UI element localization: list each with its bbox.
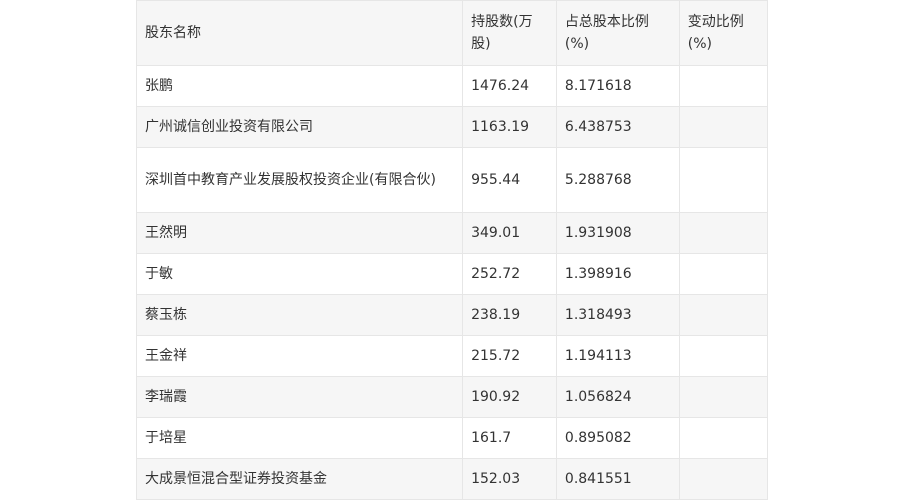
table-row: 蔡玉栋 238.19 1.318493 xyxy=(135,294,769,336)
shareholder-name: 于培星 xyxy=(135,417,464,459)
shareholder-name: 广州诚信创业投资有限公司 xyxy=(135,106,464,148)
table-row: 王然明 349.01 1.931908 xyxy=(135,212,769,254)
change-value xyxy=(678,147,769,213)
shareholder-name: 大成景恒混合型证券投资基金 xyxy=(135,458,464,500)
table-row: 王金祥 215.72 1.194113 xyxy=(135,335,769,377)
shareholder-name: 于敏 xyxy=(135,253,464,295)
ratio-value: 0.895082 xyxy=(555,417,680,459)
shares-value: 955.44 xyxy=(462,147,557,213)
shares-value: 238.19 xyxy=(462,294,557,336)
shares-value: 1163.19 xyxy=(462,106,557,148)
ratio-value: 1.056824 xyxy=(555,376,680,418)
table-row: 于敏 252.72 1.398916 xyxy=(135,253,769,295)
table-row: 张鹏 1476.24 8.171618 xyxy=(135,65,769,107)
change-value xyxy=(678,458,769,500)
shares-value: 349.01 xyxy=(462,212,557,254)
header-shareholder-name: 股东名称 xyxy=(135,0,464,66)
change-value xyxy=(678,253,769,295)
table-header-row: 股东名称 持股数(万股) 占总股本比例(%) 变动比例(%) xyxy=(135,0,769,66)
ratio-value: 1.398916 xyxy=(555,253,680,295)
header-change-ratio: 变动比例(%) xyxy=(678,0,769,66)
header-shares: 持股数(万股) xyxy=(462,0,557,66)
change-value xyxy=(678,212,769,254)
shareholder-name: 深圳首中教育产业发展股权投资企业(有限合伙) xyxy=(135,147,464,213)
shares-value: 190.92 xyxy=(462,376,557,418)
table-row: 于培星 161.7 0.895082 xyxy=(135,417,769,459)
change-value xyxy=(678,294,769,336)
ratio-value: 1.318493 xyxy=(555,294,680,336)
table-row: 深圳首中教育产业发展股权投资企业(有限合伙) 955.44 5.288768 xyxy=(135,147,769,213)
shareholder-name: 王金祥 xyxy=(135,335,464,377)
ratio-value: 5.288768 xyxy=(555,147,680,213)
shares-value: 215.72 xyxy=(462,335,557,377)
change-value xyxy=(678,376,769,418)
shares-value: 1476.24 xyxy=(462,65,557,107)
change-value xyxy=(678,417,769,459)
shareholder-table: 股东名称 持股数(万股) 占总股本比例(%) 变动比例(%) 张鹏 1476.2… xyxy=(135,0,769,500)
header-share-ratio: 占总股本比例(%) xyxy=(555,0,680,66)
ratio-value: 1.931908 xyxy=(555,212,680,254)
shareholder-name: 王然明 xyxy=(135,212,464,254)
shareholder-name: 李瑞霞 xyxy=(135,376,464,418)
change-value xyxy=(678,106,769,148)
change-value xyxy=(678,65,769,107)
table-row: 李瑞霞 190.92 1.056824 xyxy=(135,376,769,418)
shares-value: 252.72 xyxy=(462,253,557,295)
ratio-value: 6.438753 xyxy=(555,106,680,148)
shares-value: 152.03 xyxy=(462,458,557,500)
table-row: 大成景恒混合型证券投资基金 152.03 0.841551 xyxy=(135,458,769,500)
shares-value: 161.7 xyxy=(462,417,557,459)
ratio-value: 1.194113 xyxy=(555,335,680,377)
ratio-value: 0.841551 xyxy=(555,458,680,500)
table-row: 广州诚信创业投资有限公司 1163.19 6.438753 xyxy=(135,106,769,148)
shareholder-name: 张鹏 xyxy=(135,65,464,107)
change-value xyxy=(678,335,769,377)
ratio-value: 8.171618 xyxy=(555,65,680,107)
shareholder-name: 蔡玉栋 xyxy=(135,294,464,336)
